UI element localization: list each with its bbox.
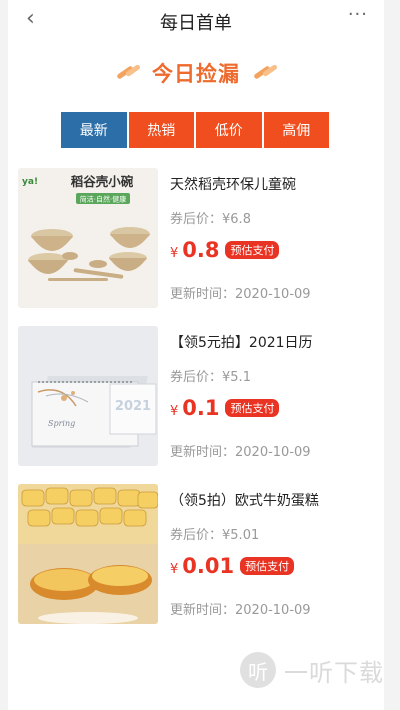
coupon-price-row: 券后价：¥5.1 bbox=[170, 366, 251, 385]
coupon-price-row: 券后价：¥6.8 bbox=[170, 208, 251, 227]
watermark: 听 一听下载 bbox=[240, 652, 384, 688]
tab-low-price[interactable]: 低价 bbox=[196, 112, 262, 148]
price-value: 0.1 bbox=[182, 396, 220, 420]
time-label: 更新时间： bbox=[170, 287, 236, 302]
streak-decoration-icon bbox=[253, 63, 279, 80]
currency-symbol: ¥ bbox=[170, 404, 179, 419]
banner: 今日捡漏 bbox=[8, 40, 384, 106]
product-name[interactable]: 【领5元拍】2021日历 bbox=[170, 332, 313, 352]
coupon-price-row: 券后价：¥5.01 bbox=[170, 524, 259, 543]
brand-logo: ya! bbox=[22, 177, 38, 187]
update-time: 2020-10-09 bbox=[235, 287, 311, 302]
page-title: 每日首单 bbox=[160, 13, 232, 34]
product-image[interactable]: Spring 2021 bbox=[18, 326, 158, 466]
price-row: ¥ 0.8 预估支付 bbox=[170, 238, 280, 262]
update-time: 2020-10-09 bbox=[235, 445, 311, 460]
estimated-pay-badge: 预估支付 bbox=[225, 241, 280, 259]
product-item[interactable]: ya! 稻谷壳小碗 简洁·自然·健康 天然稻壳环保儿童碗 券后价：¥6.8 ¥ … bbox=[18, 168, 378, 310]
watermark-logo-icon: 听 bbox=[240, 652, 276, 688]
product-name[interactable]: （领5拍）欧式牛奶蛋糕 bbox=[170, 490, 319, 510]
product-item[interactable]: （领5拍）欧式牛奶蛋糕 券后价：¥5.01 ¥ 0.01 预估支付 更新时间：2… bbox=[18, 484, 378, 626]
tab-hot[interactable]: 热销 bbox=[128, 112, 194, 148]
svg-text:Spring: Spring bbox=[48, 419, 75, 428]
update-time-row: 更新时间：2020-10-09 bbox=[170, 441, 311, 460]
tab-high-commission[interactable]: 高佣 bbox=[263, 112, 329, 148]
watermark-text: 一听下载 bbox=[284, 658, 384, 687]
image-subcaption: 简洁·自然·健康 bbox=[80, 195, 126, 204]
coupon-label: 券后价： bbox=[170, 370, 223, 385]
time-label: 更新时间： bbox=[170, 603, 236, 618]
image-caption: 2021 bbox=[115, 399, 151, 414]
product-image[interactable] bbox=[18, 484, 158, 624]
product-name[interactable]: 天然稻壳环保儿童碗 bbox=[170, 174, 296, 194]
update-time: 2020-10-09 bbox=[235, 603, 311, 618]
price-value: 0.8 bbox=[182, 238, 220, 262]
estimated-pay-badge: 预估支付 bbox=[225, 399, 280, 417]
update-time-row: 更新时间：2020-10-09 bbox=[170, 283, 311, 302]
price-value: 0.01 bbox=[182, 554, 235, 578]
nav-bar: ‹ 每日首单 ··· bbox=[8, 0, 384, 40]
coupon-label: 券后价： bbox=[170, 212, 223, 227]
price-row: ¥ 0.1 预估支付 bbox=[170, 396, 280, 420]
app-screen: ‹ 每日首单 ··· 今日捡漏 最新 热销 低价 高佣 ya! 稻谷壳小碗 简洁… bbox=[8, 0, 384, 710]
coupon-price: ¥5.01 bbox=[222, 528, 260, 543]
filter-tabs: 最新 热销 低价 高佣 bbox=[61, 112, 329, 148]
update-time-row: 更新时间：2020-10-09 bbox=[170, 599, 311, 618]
product-image[interactable]: ya! 稻谷壳小碗 简洁·自然·健康 bbox=[18, 168, 158, 308]
image-caption: 稻谷壳小碗 bbox=[71, 174, 134, 189]
banner-title: 今日捡漏 bbox=[152, 62, 240, 86]
tab-latest[interactable]: 最新 bbox=[61, 112, 127, 148]
coupon-label: 券后价： bbox=[170, 528, 223, 543]
coupon-price: ¥6.8 bbox=[222, 212, 251, 227]
currency-symbol: ¥ bbox=[170, 562, 179, 577]
currency-symbol: ¥ bbox=[170, 246, 179, 261]
estimated-pay-badge: 预估支付 bbox=[240, 557, 295, 575]
price-row: ¥ 0.01 预估支付 bbox=[170, 554, 295, 578]
time-label: 更新时间： bbox=[170, 445, 236, 460]
coupon-price: ¥5.1 bbox=[222, 370, 251, 385]
product-item[interactable]: Spring 2021 【领5元拍】2021日历 券后价：¥5.1 ¥ 0.1 … bbox=[18, 326, 378, 468]
more-icon[interactable]: ··· bbox=[348, 4, 368, 25]
